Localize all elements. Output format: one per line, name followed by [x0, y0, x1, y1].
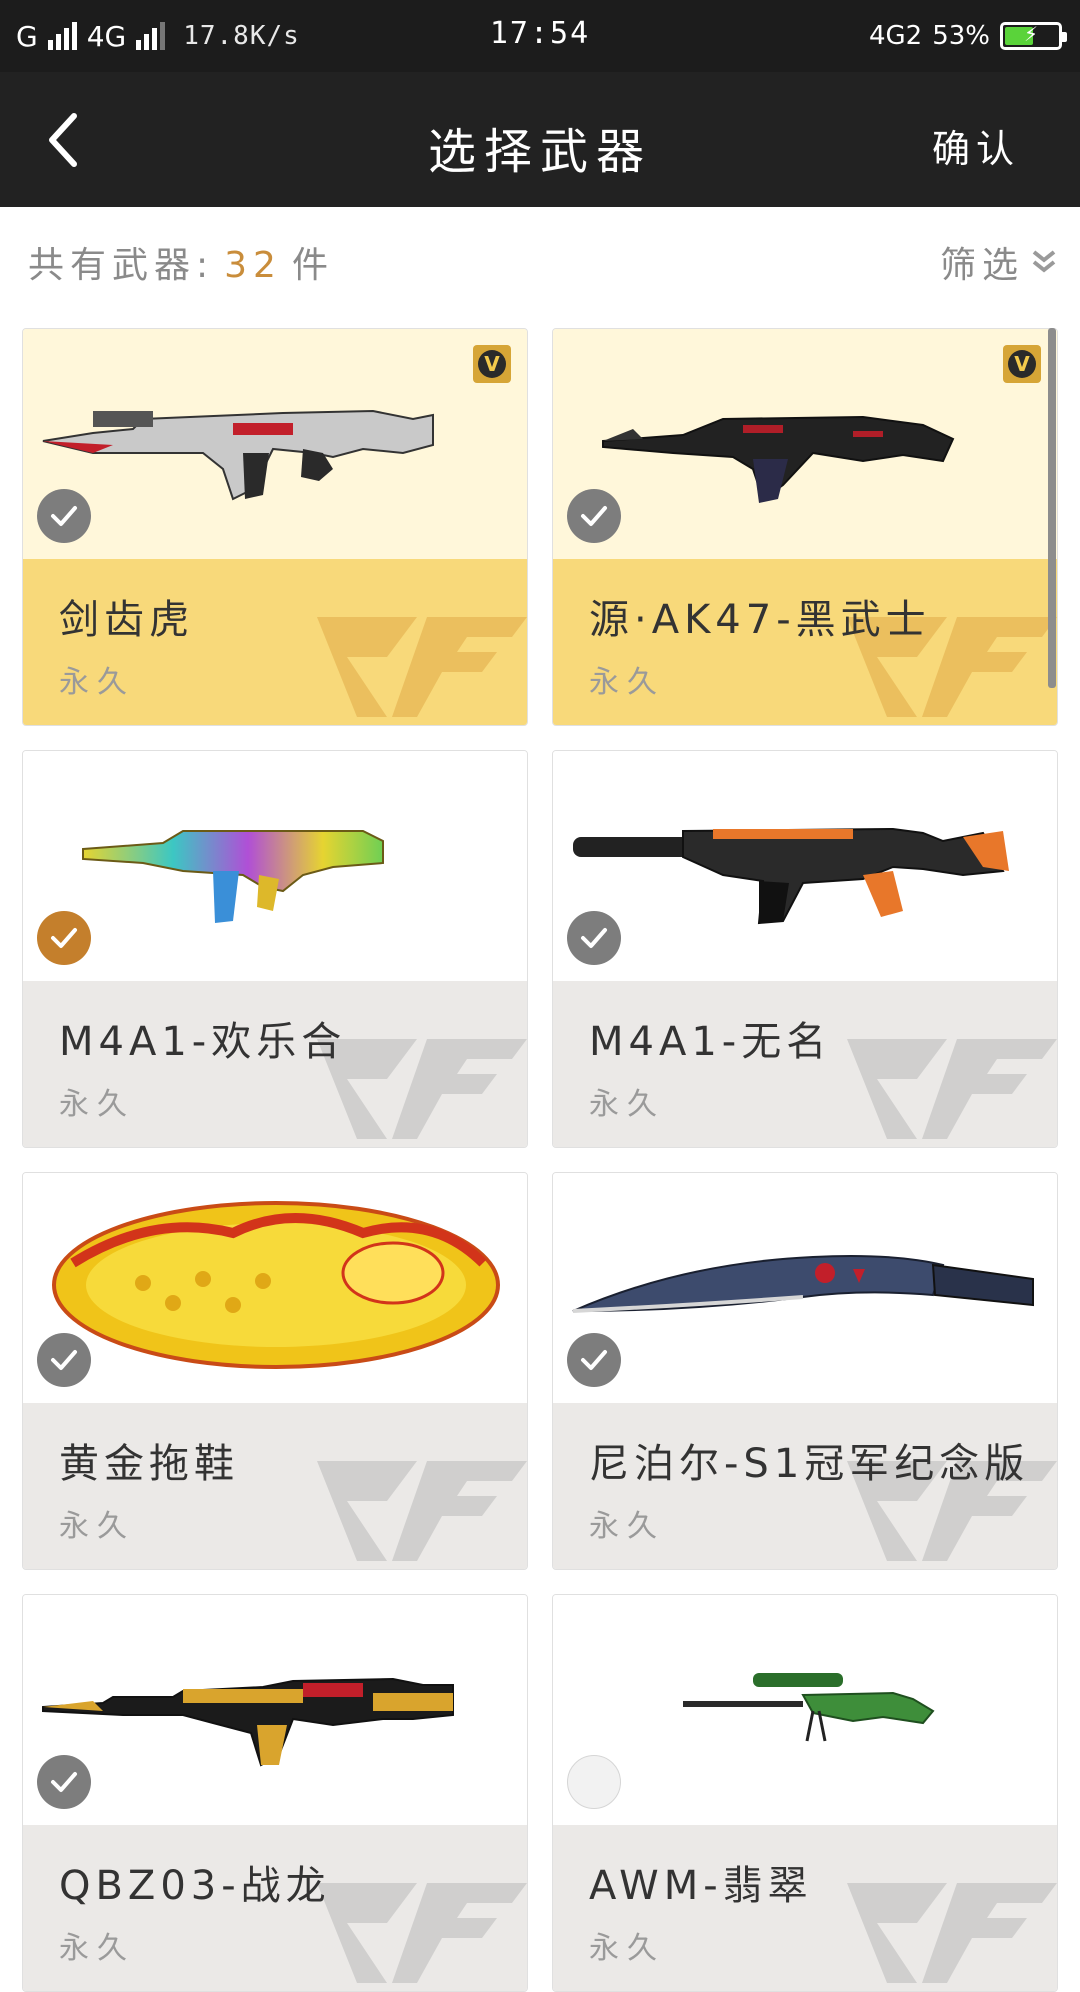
- weapon-duration: 永久: [589, 665, 665, 700]
- weapon-card[interactable]: V 源·AK47-黑武士永久: [552, 328, 1058, 726]
- weapon-card[interactable]: M4A1-无名永久: [552, 750, 1058, 1148]
- weapon-card[interactable]: QBZ03-战龙永久: [22, 1594, 528, 1992]
- weapon-name: 源·AK47-黑武士: [589, 597, 931, 643]
- network-type: 4G2: [868, 21, 923, 51]
- select-checkbox[interactable]: [567, 489, 621, 543]
- weapon-name: 尼泊尔-S1冠军纪念版: [589, 1441, 1030, 1487]
- select-checkbox[interactable]: [567, 1755, 621, 1809]
- weapon-card[interactable]: AWM-翡翠永久: [552, 1594, 1058, 1992]
- vip-badge-icon: V: [471, 343, 513, 385]
- weapon-card[interactable]: V 剑齿虎永久: [22, 328, 528, 726]
- svg-text:V: V: [484, 352, 500, 376]
- weapon-image-area: [23, 751, 527, 981]
- weapon-duration: 永久: [59, 1931, 135, 1966]
- weapon-duration: 永久: [59, 665, 135, 700]
- select-checkbox[interactable]: [37, 911, 91, 965]
- checkmark-icon: [51, 1772, 77, 1792]
- weapon-image: [33, 349, 519, 539]
- weapon-card[interactable]: 尼泊尔-S1冠军纪念版永久: [552, 1172, 1058, 1570]
- cf-logo-watermark: [847, 1039, 1057, 1139]
- weapon-image-area: [553, 1595, 1057, 1825]
- select-checkbox[interactable]: [37, 1755, 91, 1809]
- double-chevron-down-icon: [1032, 250, 1056, 273]
- page-title: 选择武器: [427, 124, 652, 180]
- checkmark-icon: [581, 1350, 607, 1370]
- summary-prefix: 共有武器:: [28, 245, 215, 286]
- weapon-image: [33, 1193, 519, 1383]
- weapon-duration: 永久: [589, 1087, 665, 1122]
- select-checkbox[interactable]: [567, 911, 621, 965]
- battery-icon: ⚡: [1000, 22, 1067, 50]
- status-right: 4G2 53% ⚡: [868, 16, 1067, 56]
- weapon-name: AWM-翡翠: [589, 1863, 813, 1909]
- confirm-button[interactable]: 确认: [932, 118, 1020, 173]
- select-checkbox[interactable]: [567, 1333, 621, 1387]
- checkmark-icon: [51, 928, 77, 948]
- weapon-image-area: V: [553, 329, 1057, 559]
- weapon-count: 32: [224, 245, 282, 286]
- weapon-image: [33, 771, 519, 961]
- status-bar: G 4G 17.8K/s 17:54 4G2 53% ⚡: [0, 0, 1080, 72]
- weapon-image-area: [553, 751, 1057, 981]
- weapon-image-area: V: [23, 329, 527, 559]
- summary-unit: 件: [291, 245, 334, 286]
- weapon-name: 黄金拖鞋: [59, 1441, 239, 1487]
- weapon-name: 剑齿虎: [59, 597, 194, 643]
- checkmark-icon: [51, 1350, 77, 1370]
- weapon-image: [563, 1615, 1049, 1805]
- weapon-image: [563, 771, 1049, 961]
- weapon-name: M4A1-无名: [589, 1019, 832, 1065]
- filter-label: 筛选: [939, 245, 1024, 286]
- weapon-card[interactable]: M4A1-欢乐合永久: [22, 750, 528, 1148]
- weapon-duration: 永久: [59, 1087, 135, 1122]
- battery-percent: 53%: [932, 21, 990, 51]
- cf-logo-watermark: [847, 1883, 1057, 1983]
- weapon-name: QBZ03-战龙: [59, 1863, 331, 1909]
- weapon-count-summary: 共有武器: 32 件: [28, 236, 334, 288]
- weapon-card[interactable]: 黄金拖鞋 永久: [22, 1172, 528, 1570]
- weapon-image: [33, 1615, 519, 1805]
- filter-button[interactable]: 筛选: [940, 236, 1058, 288]
- select-checkbox[interactable]: [37, 489, 91, 543]
- vip-badge-icon: V: [1001, 343, 1043, 385]
- scrollbar[interactable]: [1048, 328, 1056, 688]
- checkmark-icon: [581, 928, 607, 948]
- checkmark-icon: [581, 506, 607, 526]
- weapon-duration: 永久: [59, 1509, 135, 1544]
- weapon-image: [563, 349, 1049, 539]
- weapon-image: [563, 1193, 1049, 1383]
- weapon-name: M4A1-欢乐合: [59, 1019, 347, 1065]
- weapon-image-area: [23, 1595, 527, 1825]
- weapon-image-area: [553, 1173, 1057, 1403]
- cf-logo-watermark: [317, 1461, 527, 1561]
- select-checkbox[interactable]: [37, 1333, 91, 1387]
- weapon-duration: 永久: [589, 1509, 665, 1544]
- weapon-duration: 永久: [589, 1931, 665, 1966]
- cf-logo-watermark: [317, 617, 527, 717]
- cf-logo-watermark: [317, 1883, 527, 1983]
- checkmark-icon: [51, 506, 77, 526]
- nav-bar: 选择武器 确认: [0, 72, 1080, 207]
- weapon-image-area: [23, 1173, 527, 1403]
- svg-text:V: V: [1014, 352, 1030, 376]
